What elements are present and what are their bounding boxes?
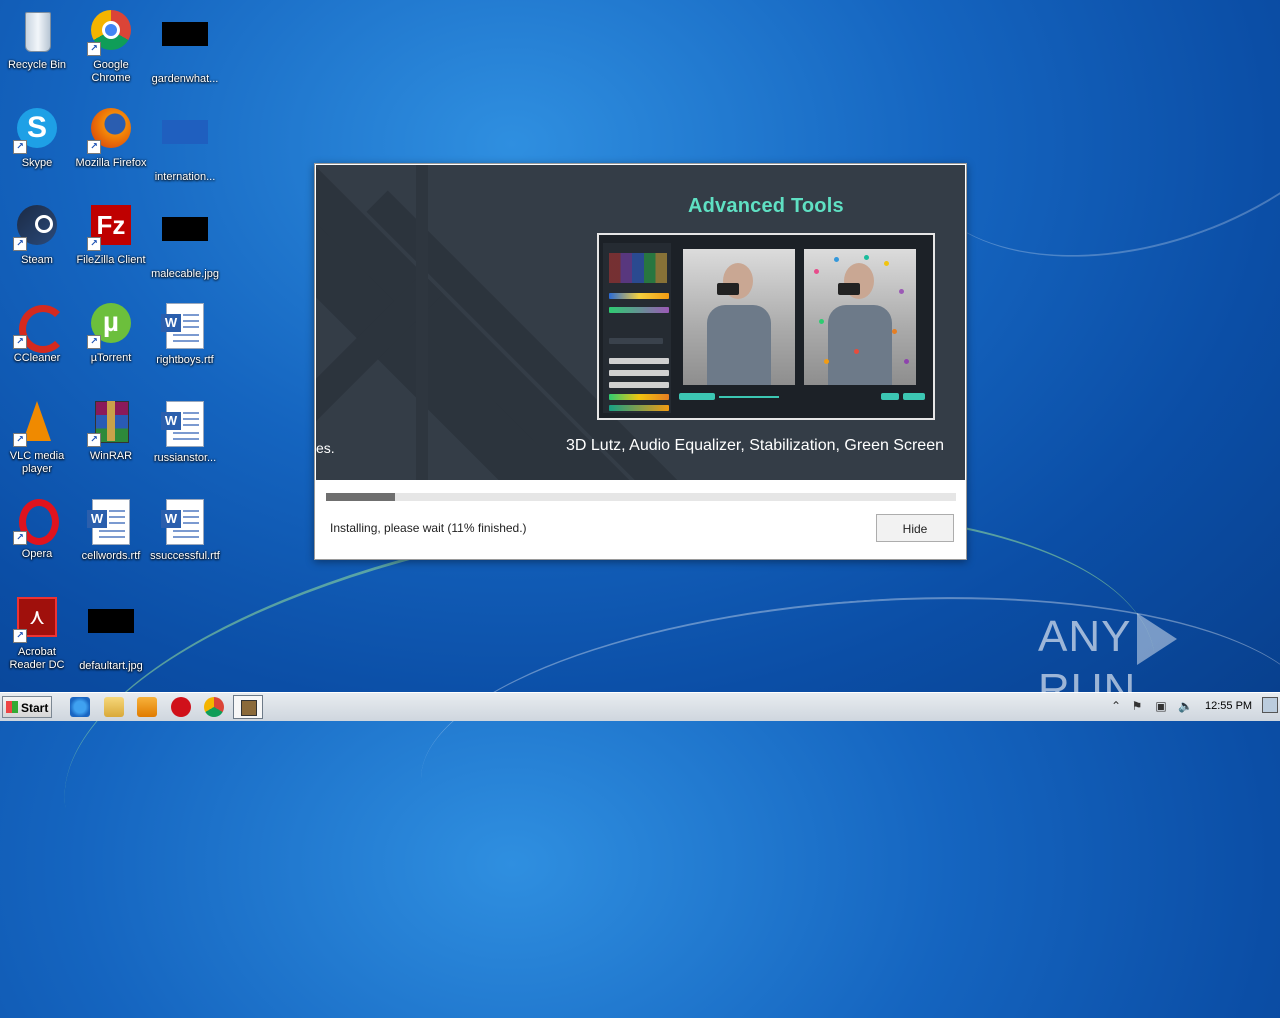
- watermark-left: ANY: [1038, 612, 1132, 661]
- utorrent-icon: µ ↗: [87, 301, 135, 349]
- vlc-cone-icon: ↗: [13, 399, 61, 447]
- filezilla-icon: Fz ↗: [87, 203, 135, 251]
- desktop-icon-vlc[interactable]: ↗ VLC media player: [0, 399, 74, 476]
- show-desktop-button[interactable]: [1262, 697, 1278, 713]
- desktop-icon-winrar[interactable]: ↗ WinRAR: [74, 399, 148, 463]
- word-document-icon: W: [161, 401, 209, 449]
- action-center-flag-icon[interactable]: ⚑: [1130, 699, 1144, 713]
- desktop-icon-label: µTorrent: [90, 352, 132, 364]
- desktop-icon-label: gardenwhat...: [151, 73, 219, 85]
- media-player-icon[interactable]: [137, 697, 157, 717]
- desktop-icon-russianstor[interactable]: W russianstor...: [148, 399, 222, 465]
- desktop-icon-label: Steam: [21, 254, 53, 266]
- image-file-icon: [87, 609, 135, 657]
- desktop-icon-label: cellwords.rtf: [81, 550, 141, 562]
- image-file-icon: [161, 217, 209, 265]
- editor-side-panel: [603, 243, 671, 413]
- installer-window: Advanced Tools es. 3D Lutz, Audio Equali…: [314, 163, 967, 560]
- desktop-icon-label: ssuccessful.rtf: [150, 550, 220, 562]
- volume-icon[interactable]: 🔈: [1178, 699, 1193, 713]
- banner-title: Advanced Tools: [688, 195, 844, 217]
- preview-photo-after: [804, 249, 916, 385]
- skype-icon: S ↗: [13, 106, 61, 154]
- preview-photo-before: [683, 249, 795, 385]
- desktop-icon-label: rightboys.rtf: [156, 354, 214, 366]
- editor-preview-image: [597, 233, 935, 420]
- desktop-icon-recycle-bin[interactable]: Recycle Bin: [0, 8, 74, 72]
- install-status-text: Installing, please wait (11% finished.): [330, 521, 527, 535]
- desktop-icon-label: defaultart.jpg: [79, 660, 143, 672]
- word-document-icon: W: [87, 499, 135, 547]
- desktop-icon-gardenwhat[interactable]: gardenwhat...: [148, 8, 222, 86]
- desktop-icon-acrobat[interactable]: ⋏ ↗ Acrobat Reader DC: [0, 595, 74, 672]
- firefox-icon: ↗: [87, 106, 135, 154]
- taskbar: Start ⌃ ⚑ ▣ 🔈 12:55 PM: [0, 692, 1280, 721]
- desktop-icon-ssuccessful[interactable]: W ssuccessful.rtf: [148, 497, 222, 563]
- opera-icon[interactable]: [171, 697, 191, 717]
- desktop-icon-label: Acrobat Reader DC: [9, 646, 65, 671]
- desktop-icon-internation[interactable]: internation...: [148, 106, 222, 184]
- file-explorer-icon[interactable]: [104, 697, 124, 717]
- opera-icon: ↗: [13, 497, 61, 545]
- word-document-icon: W: [161, 303, 209, 351]
- desktop-icon-label: Skype: [21, 157, 53, 169]
- desktop-icon-utorrent[interactable]: µ ↗ µTorrent: [74, 301, 148, 365]
- windows-flag-icon: [6, 701, 18, 713]
- desktop-icon-cellwords[interactable]: W cellwords.rtf: [74, 497, 148, 563]
- install-progress-fill: [326, 493, 396, 501]
- desktop-icon-label: Recycle Bin: [7, 59, 67, 71]
- network-icon[interactable]: ▣: [1154, 699, 1168, 713]
- desktop-icon-filezilla[interactable]: Fz ↗ FileZilla Client: [74, 203, 148, 267]
- desktop-icon-label: VLC media player: [9, 450, 65, 475]
- desktop-icon-label: FileZilla Client: [76, 254, 146, 266]
- desktop-icon-label: russianstor...: [153, 452, 217, 464]
- chrome-icon[interactable]: [204, 697, 224, 717]
- desktop-icon-label: Opera: [21, 548, 53, 560]
- image-file-icon: [161, 120, 209, 168]
- desktop-icon-label: CCleaner: [13, 352, 61, 364]
- install-progress-bar: [326, 493, 956, 501]
- taskbar-clock[interactable]: 12:55 PM: [1205, 700, 1252, 712]
- chrome-icon: ↗: [87, 8, 135, 56]
- banner-subtitle: 3D Lutz, Audio Equalizer, Stabilization,…: [566, 437, 944, 454]
- acrobat-icon: ⋏ ↗: [13, 595, 61, 643]
- winrar-icon: ↗: [87, 399, 135, 447]
- ccleaner-icon: ↗: [13, 301, 67, 353]
- show-hidden-icons-icon[interactable]: ⌃: [1109, 699, 1123, 713]
- desktop-icon-label: Google Chrome: [91, 59, 131, 84]
- play-triangle-icon: [1137, 613, 1178, 666]
- hide-button[interactable]: Hide: [876, 514, 954, 542]
- desktop-icon-label: malecable.jpg: [151, 268, 219, 280]
- banner-text-fragment: es.: [316, 440, 335, 456]
- desktop-icon-steam[interactable]: ↗ Steam: [0, 203, 74, 267]
- start-label: Start: [21, 701, 49, 715]
- desktop-icon-malecable[interactable]: malecable.jpg: [148, 203, 222, 281]
- desktop-icon-firefox[interactable]: ↗ Mozilla Firefox: [74, 106, 148, 170]
- word-document-icon: W: [161, 499, 209, 547]
- taskbar-installer-button[interactable]: [233, 695, 263, 719]
- image-file-icon: [161, 22, 209, 70]
- desktop-icon-rightboys[interactable]: W rightboys.rtf: [148, 301, 222, 367]
- installer-banner: Advanced Tools es. 3D Lutz, Audio Equali…: [316, 165, 965, 480]
- desktop-icon-defaultart[interactable]: defaultart.jpg: [74, 595, 148, 673]
- steam-icon: ↗: [13, 203, 61, 251]
- desktop-icon-opera[interactable]: ↗ Opera: [0, 497, 74, 561]
- recycle-bin-icon: [13, 8, 61, 56]
- start-button[interactable]: Start: [2, 696, 52, 718]
- desktop-icon-ccleaner[interactable]: ↗ CCleaner: [0, 301, 74, 365]
- installer-app-icon: [241, 700, 257, 716]
- desktop-icon-label: WinRAR: [89, 450, 133, 462]
- desktop-icon-label: internation...: [154, 171, 216, 183]
- desktop-icon-chrome[interactable]: ↗ Google Chrome: [74, 8, 148, 85]
- desktop-icon-label: Mozilla Firefox: [75, 157, 147, 169]
- desktop-icon-skype[interactable]: S ↗ Skype: [0, 106, 74, 170]
- internet-explorer-icon[interactable]: [70, 697, 90, 717]
